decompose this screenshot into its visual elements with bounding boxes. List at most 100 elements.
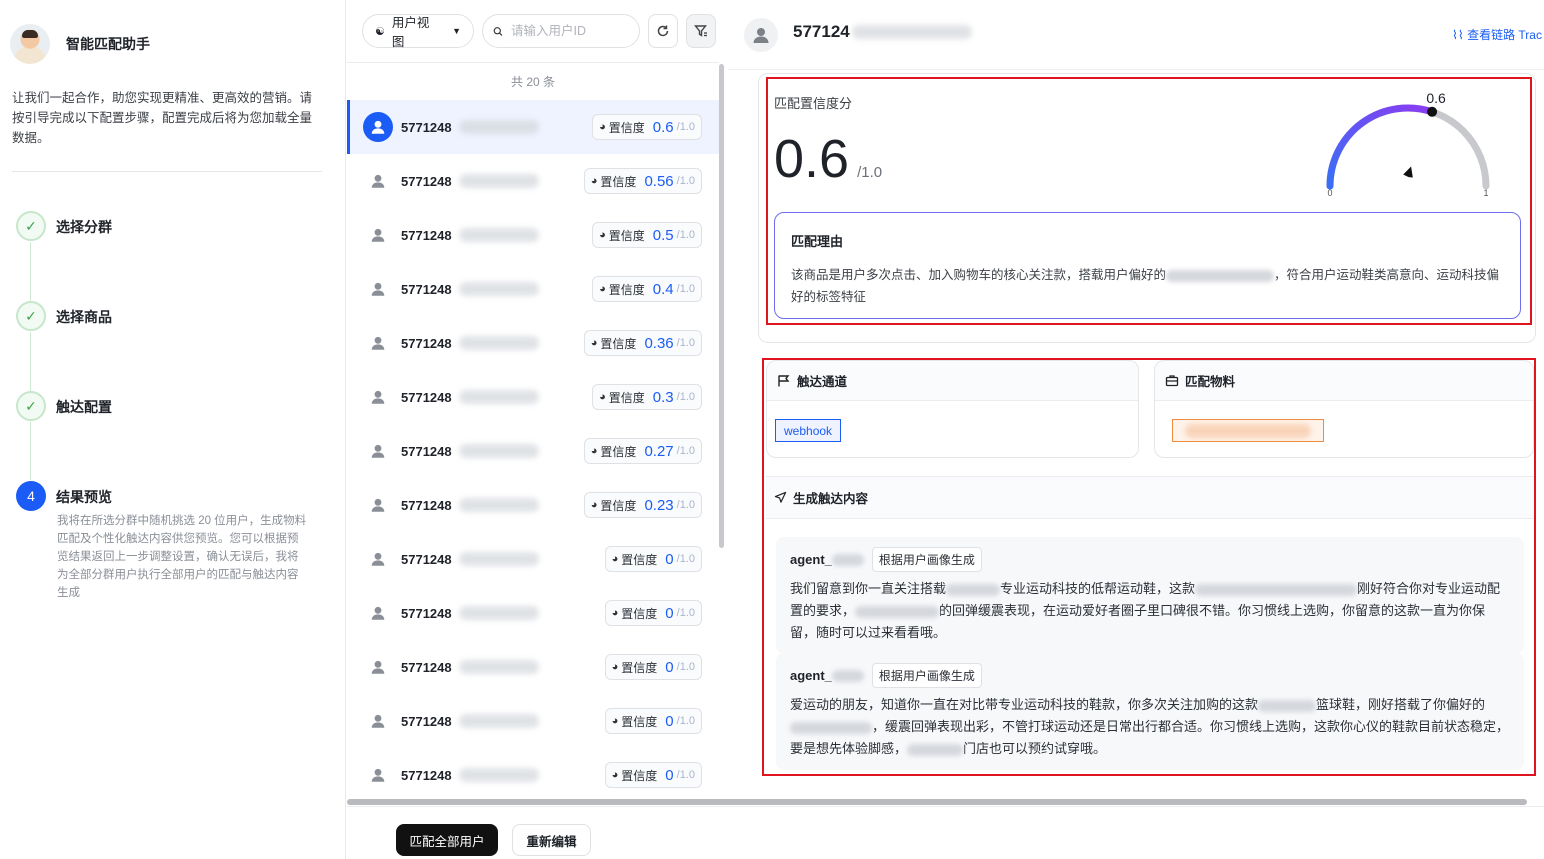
detail-header: 577124 ⌇⌇ 查看链路 Trac (728, 0, 1544, 70)
confidence-label: 置信度 (621, 768, 658, 783)
webhook-tag[interactable]: webhook (775, 419, 842, 442)
confidence-value: 0.27 (644, 442, 674, 460)
confidence-denominator: /1.0 (676, 769, 695, 781)
user-id: 5771248 (401, 281, 452, 297)
generation-badge: 根据用户画像生成 (871, 663, 982, 688)
assistant-avatar (10, 24, 50, 64)
step-result-preview[interactable]: 4 结果预览 (16, 481, 112, 511)
user-avatar-icon (744, 18, 778, 52)
confidence-value: 0 (665, 658, 674, 676)
step-select-segment[interactable]: ✓ 选择分群 (16, 211, 112, 241)
confidence-chip: ◕ 置信度 0.5/1.0 (592, 222, 702, 248)
user-id: 5771248 (401, 227, 452, 243)
user-list-row[interactable]: 5771248 ◕ 置信度 0.4/1.0 (347, 262, 719, 316)
search-icon (493, 26, 503, 36)
step-title: 结果预览 (56, 489, 112, 505)
confidence-label: 置信度 (608, 390, 645, 405)
material-card: 匹配物料 (1154, 360, 1534, 458)
message-text: 爱运动的朋友，知道你一直在对比带专业运动科技的鞋款，你多次关注加购的这款 篮球鞋，… (790, 697, 1510, 756)
search-box[interactable] (482, 14, 640, 48)
briefcase-icon (1165, 374, 1179, 386)
user-icon (363, 220, 393, 250)
user-list-row[interactable]: 5771248 ◕ 置信度 0/1.0 (347, 694, 719, 748)
user-id: 5771248 (401, 497, 452, 513)
gauge-icon: ◕ (590, 337, 598, 349)
user-icon (363, 598, 393, 628)
user-list-row[interactable]: 5771248 ◕ 置信度 0/1.0 (347, 532, 719, 586)
user-list-row[interactable]: 5771248 ◕ 置信度 0.6/1.0 (347, 100, 719, 154)
material-tag[interactable] (1172, 419, 1324, 442)
step-number: 4 (16, 481, 46, 511)
gauge-max-label: 1 (1483, 188, 1488, 198)
user-list-row[interactable]: 5771248 ◕ 置信度 0/1.0 (347, 586, 719, 640)
confidence-chip: ◕ 置信度 0/1.0 (604, 762, 702, 788)
confidence-value: 0.23 (644, 496, 674, 514)
re-edit-button[interactable]: 重新编辑 (512, 824, 591, 856)
user-icon (363, 274, 393, 304)
confidence-label: 置信度 (621, 660, 658, 675)
user-list-row[interactable]: 5771248 ◕ 置信度 0.56/1.0 (347, 154, 719, 208)
match-all-users-button[interactable]: 匹配全部用户 (396, 824, 498, 856)
confidence-denominator: /1.0 (676, 229, 695, 241)
user-list-row[interactable]: 5771248 ◕ 置信度 0.3/1.0 (347, 370, 719, 424)
list-total: 共 20 条 (347, 62, 719, 100)
confidence-chip: ◕ 置信度 0.6/1.0 (592, 114, 702, 140)
user-icon (363, 112, 393, 142)
user-list-row[interactable]: 5771248 ◕ 置信度 0.36/1.0 (347, 316, 719, 370)
view-trace-link[interactable]: ⌇⌇ 查看链路 Trac (1452, 26, 1544, 43)
user-list-row[interactable]: 5771248 ◕ 置信度 0.27/1.0 (347, 424, 719, 478)
user-id: 5771248 (401, 389, 452, 405)
user-icon (363, 328, 393, 358)
confidence-chip: ◕ 置信度 0.3/1.0 (592, 384, 702, 410)
confidence-value: 0.3 (652, 388, 674, 406)
confidence-gauge: 0.6 0 1 (1326, 90, 1490, 198)
step-connector (30, 332, 31, 392)
check-icon: ✓ (16, 391, 46, 421)
view-select-label: 用户视图 (391, 16, 430, 49)
confidence-chip: ◕ 置信度 0.27/1.0 (583, 438, 702, 464)
gauge-icon: ◕ (599, 121, 606, 133)
generation-badge: 根据用户画像生成 (871, 547, 982, 572)
confidence-value: 0 (665, 550, 674, 568)
confidence-chip: ◕ 置信度 0/1.0 (604, 708, 702, 734)
confidence-label: 置信度 (600, 444, 637, 459)
user-id: 5771248 (401, 551, 452, 567)
user-list-row[interactable]: 5771248 ◕ 置信度 0.23/1.0 (347, 478, 719, 532)
user-list-row[interactable]: 5771248 ◕ 置信度 0/1.0 (347, 748, 719, 802)
confidence-value: 0 (665, 766, 674, 784)
user-icon (363, 382, 393, 412)
user-list-row[interactable]: 5771248 ◕ 置信度 0/1.0 (347, 640, 719, 694)
channel-card-header: 触达通道 (767, 361, 1138, 401)
confidence-label: 置信度 (608, 282, 645, 297)
user-icon (363, 760, 393, 790)
step-select-product[interactable]: ✓ 选择商品 (16, 301, 112, 331)
user-id: 5771248 (401, 713, 452, 729)
generated-content-card: 生成触达内容 agent_ 根据用户画像生成 我们留意到你一直关注搭载 专业运动科… (766, 476, 1534, 772)
step-reach-config[interactable]: ✓ 触达配置 (16, 391, 112, 421)
user-icon (363, 652, 393, 682)
confidence-label: 置信度 (621, 606, 658, 621)
check-icon: ✓ (16, 211, 46, 241)
confidence-denominator: /1.0 (676, 445, 695, 457)
material-card-header: 匹配物料 (1155, 361, 1533, 401)
trace-icon: ⌇⌇ (1452, 28, 1468, 42)
assistant-intro: 让我们一起合作，助您实现更精准、更高效的营销。请按引导完成以下配置步骤，配置完成… (12, 91, 313, 145)
check-icon: ✓ (16, 301, 46, 331)
user-list-row[interactable]: 5771248 ◕ 置信度 0.5/1.0 (347, 208, 719, 262)
horizontal-scrollbar[interactable] (347, 799, 1527, 805)
confidence-denominator: /1.0 (676, 337, 695, 349)
gauge-icon: ◕ (611, 661, 619, 673)
confidence-denominator: /1.0 (676, 499, 695, 511)
confidence-label: 置信度 (600, 336, 637, 351)
confidence-value: 0.36 (644, 334, 674, 352)
confidence-value: 0 (665, 712, 674, 730)
refresh-button[interactable] (648, 14, 678, 48)
confidence-denominator: /1.0 (676, 661, 695, 673)
vertical-scrollbar[interactable] (719, 64, 724, 548)
filter-button[interactable] (686, 14, 716, 48)
confidence-chip: ◕ 置信度 0.4/1.0 (592, 276, 702, 302)
view-select[interactable]: ☯ 用户视图 ▼ (362, 14, 474, 49)
search-input[interactable] (511, 24, 629, 38)
step-description: 我将在所选分群中随机挑选 20 位用户，生成物料匹配及个性化触达内容供您预览。您… (57, 515, 307, 599)
confidence-label: 置信度 (621, 714, 658, 729)
